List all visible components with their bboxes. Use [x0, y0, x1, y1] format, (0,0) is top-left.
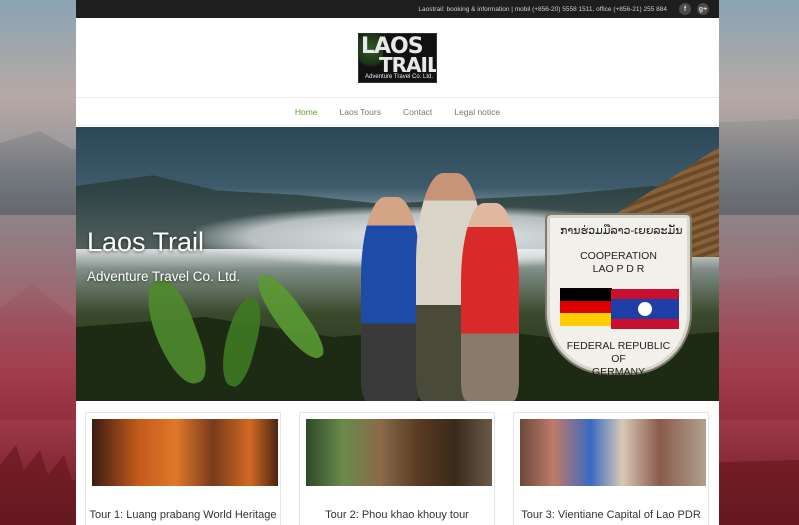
hero-subtitle: Adventure Travel Co. Ltd. [87, 269, 241, 284]
facebook-icon[interactable]: f [679, 3, 691, 15]
tour-cards: Tour 1: Luang prabang World Heritage Tou… [76, 412, 719, 525]
tour-card-3[interactable]: Tour 3: Vientiane Capital of Lao PDR [513, 412, 709, 525]
person-blue-jacket [361, 197, 421, 401]
hero-title: Laos Trail [87, 227, 205, 257]
sign-cooperation: COOPERATION [580, 250, 657, 262]
sign-germany: GERMANY [591, 366, 646, 378]
cooperation-sign: ການຮ່ວມມືລາວ-ເຍຍລະມັນ COOPERATION LAO P … [547, 215, 690, 378]
tour-card-1[interactable]: Tour 1: Luang prabang World Heritage [85, 412, 281, 525]
nav-legal-notice[interactable]: Legal notice [454, 107, 500, 117]
tour-3-title[interactable]: Tour 3: Vientiane Capital of Lao PDR [514, 509, 708, 521]
contact-info: Laostrail: booking & information | mobil… [418, 5, 667, 13]
nav-laos-tours[interactable]: Laos Tours [340, 107, 381, 117]
hero-banner: Laos Trail Adventure Travel Co. Ltd. ການ… [76, 127, 719, 401]
tour-1-title[interactable]: Tour 1: Luang prabang World Heritage [86, 509, 280, 521]
tour-card-2[interactable]: Tour 2: Phou khao khouy tour [299, 412, 495, 525]
site-logo[interactable]: LAOS TRAIL Adventure Travel Co. Ltd. [358, 32, 437, 83]
site-header: LAOS TRAIL Adventure Travel Co. Ltd. [76, 18, 719, 98]
person-red-jacket [461, 203, 519, 401]
logo-line-3: Adventure Travel Co. Ltd. [365, 73, 434, 80]
tour-1-image[interactable] [92, 419, 278, 486]
sign-lao-text: ການຮ່ວມມືລາວ-ເຍຍລະມັນ [560, 225, 683, 237]
main-nav: Home Laos Tours Contact Legal notice [76, 98, 719, 126]
sign-of: OF [611, 353, 626, 365]
sign-lao-pdr: LAO P D R [592, 263, 645, 275]
lao-flag-icon [611, 289, 679, 329]
nav-home[interactable]: Home [295, 107, 318, 117]
tour-2-image[interactable] [306, 419, 492, 486]
top-bar: Laostrail: booking & information | mobil… [76, 0, 719, 18]
german-flag-icon [560, 288, 612, 326]
google-plus-icon[interactable]: g+ [697, 3, 709, 15]
nav-contact[interactable]: Contact [403, 107, 432, 117]
page-container: Laostrail: booking & information | mobil… [76, 0, 719, 525]
tour-3-image[interactable] [520, 419, 706, 486]
sign-federal-republic: FEDERAL REPUBLIC [566, 340, 671, 352]
tour-2-title[interactable]: Tour 2: Phou khao khouy tour [300, 509, 494, 521]
